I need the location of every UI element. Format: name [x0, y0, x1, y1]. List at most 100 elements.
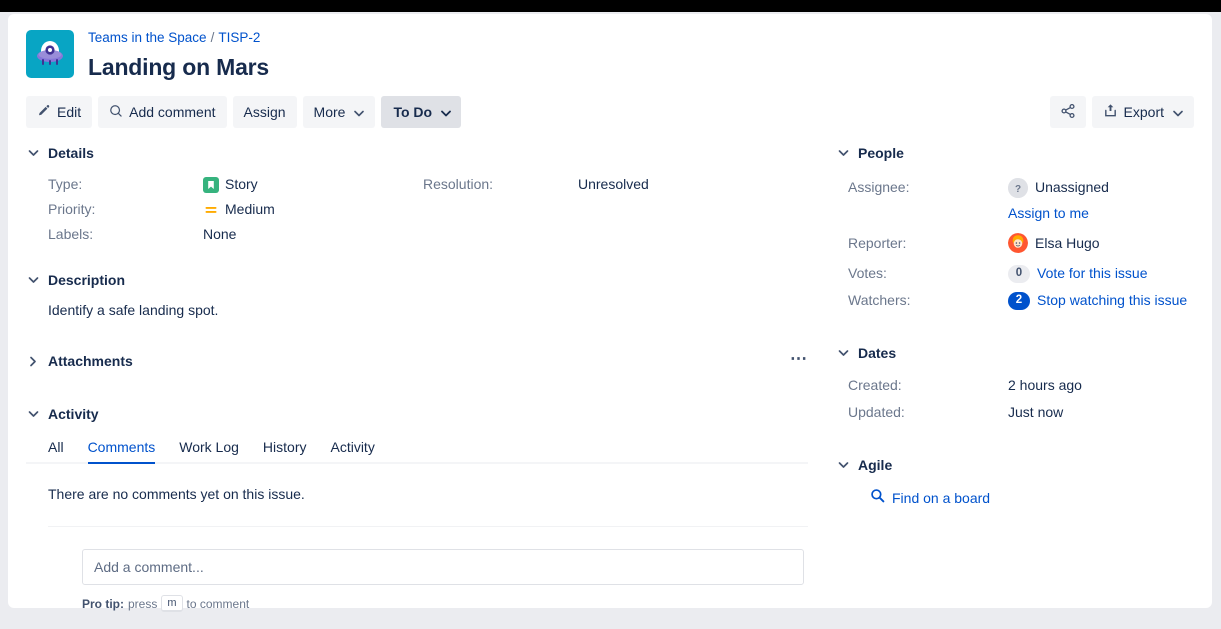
people-grid: Assignee: ? Unassigned Assign to me — [836, 174, 1194, 314]
share-button[interactable] — [1050, 96, 1086, 128]
attachments-heading: Attachments — [48, 353, 133, 369]
assignee-label: Assignee: — [848, 174, 1008, 201]
story-icon — [203, 177, 219, 193]
votes-value: 0 Vote for this issue — [1008, 260, 1194, 287]
breadcrumb-project-link[interactable]: Teams in the Space — [88, 30, 207, 45]
dates-grid: Created: 2 hours ago Updated: Just now — [836, 372, 1194, 426]
unassigned-avatar-icon: ? — [1008, 178, 1028, 198]
more-button[interactable]: More — [303, 96, 376, 128]
tab-activity[interactable]: Activity — [330, 439, 374, 464]
user-avatar-icon[interactable] — [1008, 233, 1028, 253]
breadcrumb: Teams in the Space /TISP-2 — [88, 29, 269, 47]
activity-section-header[interactable]: Activity — [26, 403, 808, 425]
chevron-down-icon[interactable] — [26, 273, 40, 287]
priority-value-text: Medium — [225, 197, 275, 222]
resolution-label: Resolution: — [423, 172, 578, 197]
type-value: Story — [203, 172, 423, 197]
pro-tip-key: m — [161, 595, 182, 612]
chevron-down-icon[interactable] — [26, 407, 40, 421]
edit-button-label: Edit — [57, 104, 81, 120]
breadcrumb-issue-link[interactable]: TISP-2 — [218, 30, 260, 45]
people-section-header[interactable]: People — [836, 142, 1194, 164]
chevron-down-icon[interactable] — [26, 146, 40, 160]
people-heading: People — [858, 145, 904, 161]
tab-all[interactable]: All — [48, 439, 64, 464]
pro-tip-press: press — [128, 597, 157, 611]
more-options-icon[interactable]: ⋯ — [790, 352, 808, 366]
priority-medium-icon — [203, 202, 219, 218]
svg-text:?: ? — [1015, 184, 1021, 195]
agile-section-header[interactable]: Agile — [836, 454, 1194, 476]
top-chrome-bar — [0, 0, 1221, 12]
issue-body: Details Type: Story Resolution: Unresolv… — [8, 142, 1212, 612]
details-grid: Type: Story Resolution: Unresolved Prior… — [26, 172, 808, 247]
resolution-value: Unresolved — [578, 172, 808, 197]
more-button-label: More — [314, 104, 346, 120]
reporter-label: Reporter: — [848, 226, 1008, 260]
add-comment-area: Pro tip: press m to comment — [26, 549, 808, 612]
attachments-section: Attachments ⋯ — [26, 350, 808, 372]
details-heading: Details — [48, 145, 94, 161]
dates-section-header[interactable]: Dates — [836, 342, 1194, 364]
tab-history[interactable]: History — [263, 439, 307, 464]
status-badge: To Do — [393, 104, 432, 120]
assign-button[interactable]: Assign — [233, 96, 297, 128]
issue-header: Teams in the Space /TISP-2 Landing on Mar… — [8, 14, 1212, 82]
find-on-board-row[interactable]: Find on a board — [836, 488, 1194, 508]
description-section-header[interactable]: Description — [26, 269, 808, 291]
description-text: Identify a safe landing spot. — [26, 300, 808, 320]
chevron-right-icon[interactable] — [26, 354, 40, 368]
pro-tip: Pro tip: press m to comment — [82, 595, 808, 612]
created-label: Created: — [848, 372, 1008, 399]
assignee-name: Unassigned — [1035, 174, 1109, 201]
comments-divider — [48, 526, 808, 527]
description-section: Description Identify a safe landing spot… — [26, 269, 808, 320]
type-label: Type: — [48, 172, 203, 197]
page-title: Landing on Mars — [88, 52, 269, 82]
stop-watching-link[interactable]: Stop watching this issue — [1037, 287, 1187, 314]
pencil-icon — [37, 104, 51, 121]
votes-count-badge: 0 — [1008, 265, 1030, 283]
export-button[interactable]: Export — [1092, 96, 1194, 128]
share-icon — [1060, 103, 1076, 122]
updated-label: Updated: — [848, 399, 1008, 426]
created-value: 2 hours ago — [1008, 372, 1194, 399]
chevron-down-icon[interactable] — [836, 146, 850, 160]
details-section-header[interactable]: Details — [26, 142, 808, 164]
empty-comments-message: There are no comments yet on this issue. — [26, 486, 808, 502]
watchers-value: 2 Stop watching this issue — [1008, 287, 1194, 314]
chevron-down-icon[interactable] — [836, 458, 850, 472]
status-dropdown-button[interactable]: To Do — [381, 96, 461, 128]
activity-heading: Activity — [48, 406, 99, 422]
agile-heading: Agile — [858, 457, 892, 473]
tab-comments[interactable]: Comments — [88, 439, 156, 464]
assign-button-label: Assign — [244, 104, 286, 120]
comment-icon — [109, 104, 123, 121]
votes-label: Votes: — [848, 260, 1008, 287]
chevron-down-icon[interactable] — [836, 346, 850, 360]
pro-tip-suffix: to comment — [187, 597, 250, 611]
people-section: People Assignee: ? Unassigned — [836, 142, 1194, 314]
watchers-label: Watchers: — [848, 287, 1008, 314]
dates-heading: Dates — [858, 345, 896, 361]
activity-tabs: All Comments Work Log History Activity — [26, 437, 808, 464]
edit-button[interactable]: Edit — [26, 96, 92, 128]
grid-spacer — [423, 222, 578, 247]
chevron-down-icon — [354, 104, 364, 120]
chevron-down-icon — [441, 104, 451, 120]
export-button-label: Export — [1124, 104, 1164, 120]
header-text-block: Teams in the Space /TISP-2 Landing on Mar… — [88, 28, 269, 82]
assign-to-me-row: Assign to me — [1008, 201, 1194, 226]
comment-input[interactable] — [82, 549, 804, 585]
find-on-board-link[interactable]: Find on a board — [892, 490, 990, 506]
labels-label: Labels: — [48, 222, 203, 247]
add-comment-button[interactable]: Add comment — [98, 96, 226, 128]
breadcrumb-separator: / — [211, 30, 215, 45]
tab-work-log[interactable]: Work Log — [179, 439, 239, 464]
assign-to-me-link[interactable]: Assign to me — [1008, 205, 1089, 221]
description-heading: Description — [48, 272, 125, 288]
attachments-section-header[interactable]: Attachments ⋯ — [26, 350, 808, 372]
chevron-down-icon — [1173, 104, 1183, 120]
dates-section: Dates Created: 2 hours ago Updated: Just… — [836, 342, 1194, 426]
vote-for-issue-link[interactable]: Vote for this issue — [1037, 260, 1148, 287]
